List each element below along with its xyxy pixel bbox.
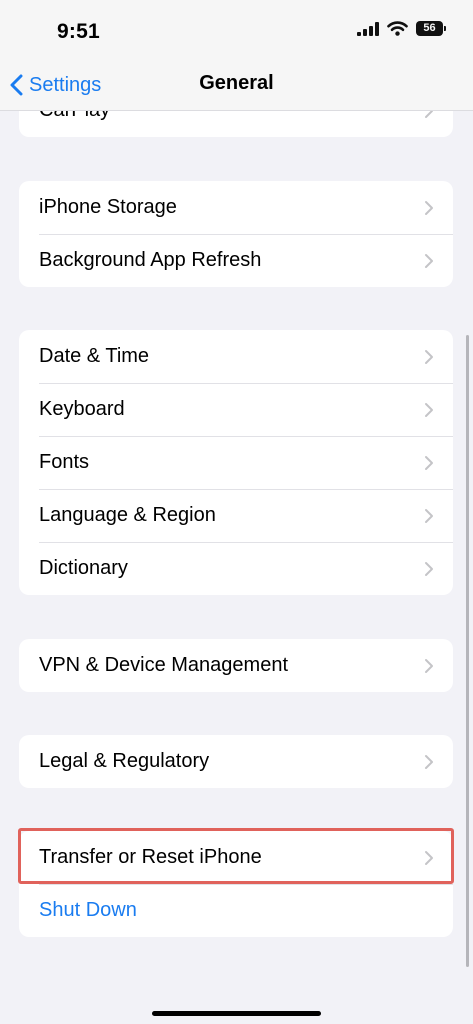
wifi-icon bbox=[387, 21, 408, 36]
row-label: Dictionary bbox=[39, 557, 128, 579]
row-label: VPN & Device Management bbox=[39, 654, 289, 676]
page-title: General bbox=[199, 72, 274, 94]
navigation-bar: Settings General bbox=[0, 62, 473, 111]
chevron-right-icon bbox=[425, 349, 433, 364]
settings-group-reset: Transfer or Reset iPhone Shut Down bbox=[19, 831, 453, 937]
scrollbar[interactable] bbox=[466, 335, 469, 967]
settings-group-legal: Legal & Regulatory bbox=[19, 735, 453, 788]
status-icons: 56 bbox=[357, 21, 446, 36]
chevron-right-icon bbox=[425, 850, 433, 865]
status-time: 9:51 bbox=[57, 20, 100, 43]
chevron-right-icon bbox=[425, 253, 433, 268]
row-label: Transfer or Reset iPhone bbox=[39, 846, 262, 868]
chevron-right-icon bbox=[425, 508, 433, 523]
row-background-app-refresh[interactable]: Background App Refresh bbox=[19, 234, 453, 287]
row-keyboard[interactable]: Keyboard bbox=[19, 383, 453, 436]
chevron-right-icon bbox=[425, 658, 433, 673]
settings-list: CarPlay iPhone Storage Background App Re… bbox=[0, 0, 473, 1024]
chevron-right-icon bbox=[425, 402, 433, 417]
row-label: Shut Down bbox=[39, 899, 137, 921]
row-label: Fonts bbox=[39, 451, 90, 473]
row-transfer-reset-iphone[interactable]: Transfer or Reset iPhone bbox=[19, 831, 453, 884]
settings-group-vpn: VPN & Device Management bbox=[19, 639, 453, 692]
row-iphone-storage[interactable]: iPhone Storage bbox=[19, 181, 453, 234]
row-label: Language & Region bbox=[39, 504, 216, 526]
chevron-right-icon bbox=[425, 754, 433, 769]
row-label: iPhone Storage bbox=[39, 196, 177, 218]
chevron-right-icon bbox=[425, 455, 433, 470]
row-label: Background App Refresh bbox=[39, 249, 262, 271]
row-label: Keyboard bbox=[39, 398, 125, 420]
row-date-time[interactable]: Date & Time bbox=[19, 330, 453, 383]
row-dictionary[interactable]: Dictionary bbox=[19, 542, 453, 595]
row-fonts[interactable]: Fonts bbox=[19, 436, 453, 489]
battery-level: 56 bbox=[423, 22, 436, 34]
row-label: Legal & Regulatory bbox=[39, 750, 210, 772]
row-vpn-device-management[interactable]: VPN & Device Management bbox=[19, 639, 453, 692]
chevron-right-icon bbox=[425, 200, 433, 215]
row-legal-regulatory[interactable]: Legal & Regulatory bbox=[19, 735, 453, 788]
chevron-right-icon bbox=[425, 561, 433, 576]
home-indicator[interactable] bbox=[152, 1011, 321, 1016]
cellular-signal-icon bbox=[357, 21, 379, 36]
shut-down-button[interactable]: Shut Down bbox=[19, 884, 453, 937]
battery-icon: 56 bbox=[416, 21, 446, 36]
settings-group-locale: Date & Time Keyboard Fonts Language & Re… bbox=[19, 330, 453, 595]
row-label: Date & Time bbox=[39, 345, 150, 367]
status-bar: 9:51 56 bbox=[0, 0, 473, 62]
settings-group-storage: iPhone Storage Background App Refresh bbox=[19, 181, 453, 287]
row-language-region[interactable]: Language & Region bbox=[19, 489, 453, 542]
